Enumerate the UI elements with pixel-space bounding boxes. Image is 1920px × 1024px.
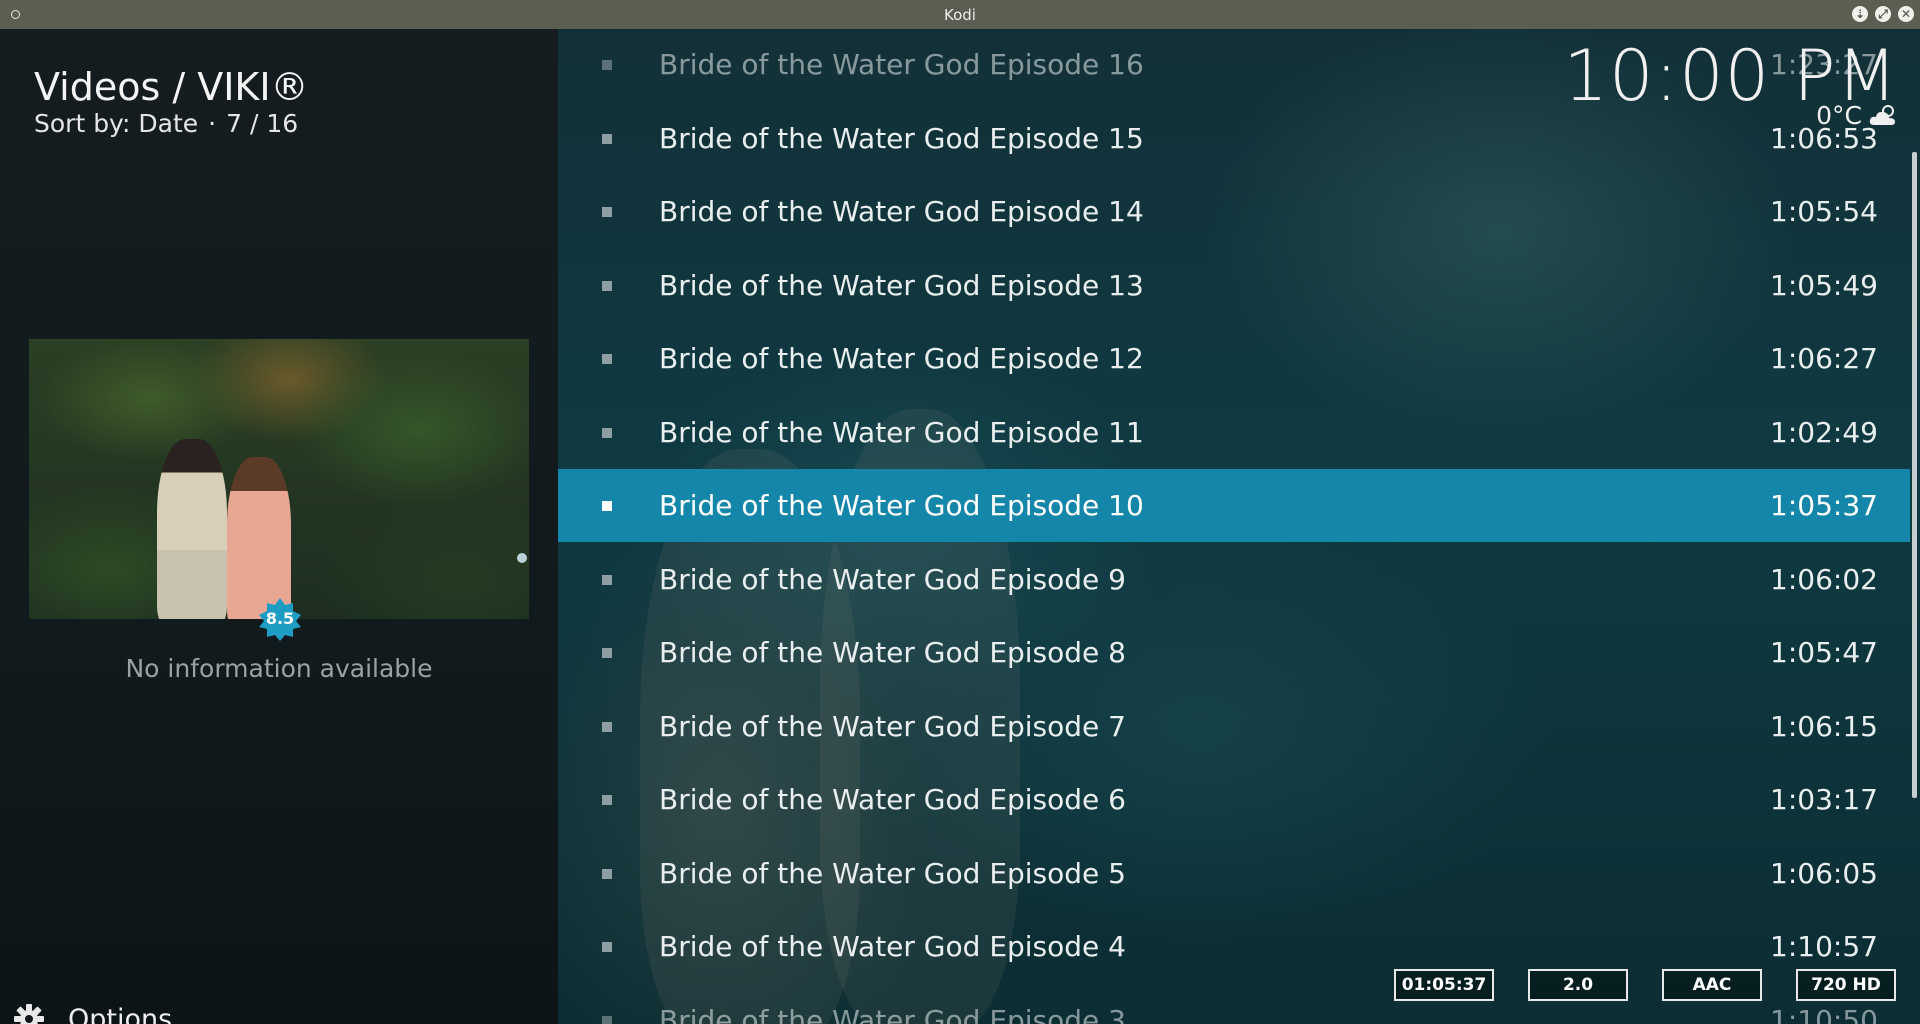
bullet-icon: [602, 574, 612, 585]
bullet-icon: [602, 942, 612, 952]
breadcrumb: Videos / VIKI®: [34, 65, 309, 109]
window-title: Kodi: [944, 5, 976, 24]
sort-info[interactable]: Sort by: Date · 7 / 16: [34, 109, 298, 139]
minimize-icon[interactable]: ⇣: [1852, 6, 1868, 22]
weather-info: 0°C: [1816, 101, 1898, 130]
episode-duration: 1:06:05: [1770, 856, 1878, 890]
episode-row[interactable]: Bride of the Water God Episode 8 1:05:47: [558, 616, 1910, 689]
episode-row[interactable]: Bride of the Water God Episode 14 1:05:54: [558, 175, 1910, 248]
episode-row[interactable]: Bride of the Water God Episode 11 1:02:49: [558, 396, 1910, 469]
separator: ·: [208, 109, 217, 138]
bullet-icon: [602, 501, 612, 511]
episode-title: Bride of the Water God Episode 6: [659, 783, 1126, 816]
episode-row[interactable]: Bride of the Water God Episode 13 1:05:49: [558, 249, 1910, 322]
episode-row[interactable]: Bride of the Water God Episode 10 1:05:37: [558, 469, 1910, 542]
episode-duration: 1:05:47: [1770, 636, 1878, 669]
window-menu-icon[interactable]: [11, 10, 20, 19]
episode-duration: 1:05:49: [1770, 268, 1878, 302]
episode-duration: 1:05:37: [1770, 489, 1878, 522]
episode-row[interactable]: Bride of the Water God Episode 12 1:06:27: [558, 322, 1910, 395]
bullet-icon: [602, 795, 612, 805]
episode-title: Bride of the Water God Episode 12: [659, 342, 1144, 375]
media-info-badges: 01:05:37 2.0 AAC 720 HD: [1394, 969, 1896, 1001]
bullet-icon: [602, 60, 612, 70]
episode-duration: 1:02:49: [1770, 415, 1878, 449]
sort-label: Sort by: Date: [34, 109, 199, 138]
info-panel: Videos / VIKI® Sort by: Date · 7 / 16 8.5 …: [0, 29, 558, 1024]
audio-channels-badge: 2.0: [1528, 969, 1628, 1001]
episode-title: Bride of the Water God Episode 3: [659, 1003, 1126, 1024]
item-position: 7 / 16: [226, 109, 299, 138]
episode-title: Bride of the Water God Episode 15: [659, 121, 1144, 155]
episode-duration: 1:06:02: [1770, 562, 1878, 596]
episode-title: Bride of the Water God Episode 11: [659, 415, 1144, 449]
episode-duration: 1:03:17: [1770, 783, 1878, 816]
title-bar: Kodi ⇣ ⤢ ✕: [0, 0, 1920, 29]
episode-title: Bride of the Water God Episode 7: [659, 709, 1126, 743]
episode-title: Bride of the Water God Episode 9: [659, 562, 1126, 596]
duration-badge: 01:05:37: [1394, 969, 1494, 1001]
episode-row[interactable]: Bride of the Water God Episode 5 1:06:05: [558, 837, 1910, 910]
options-icon: [14, 1004, 44, 1024]
maximize-icon[interactable]: ⤢: [1875, 6, 1891, 22]
bullet-icon: [602, 721, 612, 732]
close-icon[interactable]: ✕: [1898, 6, 1914, 22]
kodi-window: Kodi ⇣ ⤢ ✕ Videos / VIKI® Sort by: Date ·…: [0, 0, 1920, 1024]
bullet-icon: [602, 868, 612, 879]
bullet-icon: [602, 354, 612, 364]
episode-duration: 1:05:54: [1770, 195, 1878, 228]
bullet-icon: [602, 280, 612, 291]
plot-text: No information available: [125, 654, 433, 683]
audio-codec-badge: AAC: [1662, 969, 1762, 1001]
window-controls: ⇣ ⤢ ✕: [1852, 6, 1914, 22]
episode-title: Bride of the Water God Episode 4: [659, 930, 1126, 963]
bullet-icon: [602, 207, 612, 217]
resolution-badge: 720 HD: [1796, 969, 1896, 1001]
episode-duration: 1:06:27: [1770, 342, 1878, 375]
episode-title: Bride of the Water God Episode 13: [659, 268, 1144, 302]
rating-badge: 8.5: [258, 597, 302, 641]
episode-title: Bride of the Water God Episode 10: [659, 489, 1144, 522]
rating-value: 8.5: [265, 609, 295, 628]
bullet-icon: [602, 133, 612, 144]
episode-title: Bride of the Water God Episode 16: [659, 48, 1144, 81]
episode-title: Bride of the Water God Episode 8: [659, 636, 1126, 669]
episode-list[interactable]: Bride of the Water God Episode 16 1:23:27…: [558, 29, 1910, 1024]
episode-row[interactable]: Bride of the Water God Episode 9 1:06:02: [558, 543, 1910, 616]
cloud-icon: [1869, 104, 1895, 125]
list-scrollbar[interactable]: [1912, 152, 1917, 798]
episode-thumbnail: [29, 339, 529, 619]
episode-title: Bride of the Water God Episode 5: [659, 856, 1126, 890]
episode-row[interactable]: Bride of the Water God Episode 6 1:03:17: [558, 763, 1910, 836]
bullet-icon: [602, 427, 612, 438]
episode-duration: 1:06:15: [1770, 709, 1878, 743]
episode-row[interactable]: Bride of the Water God Episode 7 1:06:15: [558, 690, 1910, 763]
options-label: Options: [68, 1003, 173, 1024]
episode-title: Bride of the Water God Episode 14: [659, 195, 1144, 228]
temperature: 0°C: [1816, 101, 1862, 130]
bullet-icon: [602, 648, 612, 658]
bullet-icon: [602, 1015, 612, 1024]
options-button[interactable]: Options: [12, 999, 172, 1024]
